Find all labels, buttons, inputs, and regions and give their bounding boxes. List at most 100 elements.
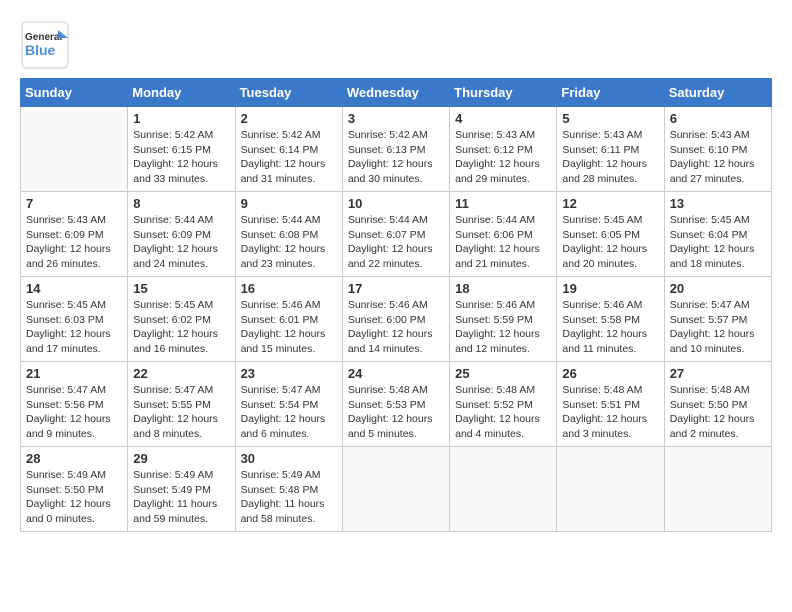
cell-info: Sunrise: 5:44 AM Sunset: 6:09 PM Dayligh… xyxy=(133,213,229,272)
cell-info: Sunrise: 5:49 AM Sunset: 5:50 PM Dayligh… xyxy=(26,468,122,527)
svg-text:Blue: Blue xyxy=(25,42,56,58)
calendar-cell: 27 Sunrise: 5:48 AM Sunset: 5:50 PM Dayli… xyxy=(664,362,771,447)
cell-info: Sunrise: 5:44 AM Sunset: 6:07 PM Dayligh… xyxy=(348,213,444,272)
calendar-cell: 22 Sunrise: 5:47 AM Sunset: 5:55 PM Dayli… xyxy=(128,362,235,447)
weekday-header: Wednesday xyxy=(342,79,449,107)
calendar-cell: 21 Sunrise: 5:47 AM Sunset: 5:56 PM Dayli… xyxy=(21,362,128,447)
calendar-cell: 5 Sunrise: 5:43 AM Sunset: 6:11 PM Daylig… xyxy=(557,107,664,192)
cell-info: Sunrise: 5:46 AM Sunset: 5:59 PM Dayligh… xyxy=(455,298,551,357)
calendar-cell: 15 Sunrise: 5:45 AM Sunset: 6:02 PM Dayli… xyxy=(128,277,235,362)
cell-info: Sunrise: 5:49 AM Sunset: 5:48 PM Dayligh… xyxy=(241,468,337,527)
calendar-week-row: 28 Sunrise: 5:49 AM Sunset: 5:50 PM Dayli… xyxy=(21,447,772,532)
day-number: 19 xyxy=(562,281,658,296)
day-number: 15 xyxy=(133,281,229,296)
calendar-cell xyxy=(664,447,771,532)
cell-info: Sunrise: 5:47 AM Sunset: 5:55 PM Dayligh… xyxy=(133,383,229,442)
calendar-cell: 19Sunrise: 5:46 AM Sunset: 5:58 PM Dayli… xyxy=(557,277,664,362)
calendar-cell xyxy=(450,447,557,532)
cell-info: Sunrise: 5:43 AM Sunset: 6:12 PM Dayligh… xyxy=(455,128,551,187)
cell-info: Sunrise: 5:46 AM Sunset: 6:01 PM Dayligh… xyxy=(241,298,337,357)
calendar-cell: 4Sunrise: 5:43 AM Sunset: 6:12 PM Daylig… xyxy=(450,107,557,192)
calendar-cell: 7 Sunrise: 5:43 AM Sunset: 6:09 PM Daylig… xyxy=(21,192,128,277)
calendar-cell: 8 Sunrise: 5:44 AM Sunset: 6:09 PM Daylig… xyxy=(128,192,235,277)
calendar-cell: 10 Sunrise: 5:44 AM Sunset: 6:07 PM Dayli… xyxy=(342,192,449,277)
calendar-cell xyxy=(557,447,664,532)
calendar-cell: 23 Sunrise: 5:47 AM Sunset: 5:54 PM Dayli… xyxy=(235,362,342,447)
cell-info: Sunrise: 5:42 AM Sunset: 6:13 PM Dayligh… xyxy=(348,128,444,187)
day-number: 17 xyxy=(348,281,444,296)
cell-info: Sunrise: 5:48 AM Sunset: 5:51 PM Dayligh… xyxy=(562,383,658,442)
calendar-week-row: 7 Sunrise: 5:43 AM Sunset: 6:09 PM Daylig… xyxy=(21,192,772,277)
day-number: 2 xyxy=(241,111,337,126)
calendar-cell: 28 Sunrise: 5:49 AM Sunset: 5:50 PM Dayli… xyxy=(21,447,128,532)
logo-area: General Blue xyxy=(20,20,70,70)
calendar-cell xyxy=(21,107,128,192)
weekday-header: Tuesday xyxy=(235,79,342,107)
day-number: 3 xyxy=(348,111,444,126)
calendar-cell: 1Sunrise: 5:42 AM Sunset: 6:15 PM Daylig… xyxy=(128,107,235,192)
day-number: 7 xyxy=(26,196,122,211)
calendar-cell: 29Sunrise: 5:49 AM Sunset: 5:49 PM Dayli… xyxy=(128,447,235,532)
cell-info: Sunrise: 5:47 AM Sunset: 5:56 PM Dayligh… xyxy=(26,383,122,442)
cell-info: Sunrise: 5:48 AM Sunset: 5:50 PM Dayligh… xyxy=(670,383,766,442)
cell-info: Sunrise: 5:45 AM Sunset: 6:05 PM Dayligh… xyxy=(562,213,658,272)
cell-info: Sunrise: 5:44 AM Sunset: 6:08 PM Dayligh… xyxy=(241,213,337,272)
day-number: 16 xyxy=(241,281,337,296)
calendar-cell: 20 Sunrise: 5:47 AM Sunset: 5:57 PM Dayli… xyxy=(664,277,771,362)
day-number: 13 xyxy=(670,196,766,211)
day-number: 24 xyxy=(348,366,444,381)
weekday-header: Thursday xyxy=(450,79,557,107)
day-number: 10 xyxy=(348,196,444,211)
calendar-week-row: 21 Sunrise: 5:47 AM Sunset: 5:56 PM Dayli… xyxy=(21,362,772,447)
cell-info: Sunrise: 5:47 AM Sunset: 5:57 PM Dayligh… xyxy=(670,298,766,357)
day-number: 27 xyxy=(670,366,766,381)
calendar-cell: 13 Sunrise: 5:45 AM Sunset: 6:04 PM Dayli… xyxy=(664,192,771,277)
calendar-cell: 18Sunrise: 5:46 AM Sunset: 5:59 PM Dayli… xyxy=(450,277,557,362)
cell-info: Sunrise: 5:43 AM Sunset: 6:09 PM Dayligh… xyxy=(26,213,122,272)
cell-info: Sunrise: 5:43 AM Sunset: 6:11 PM Dayligh… xyxy=(562,128,658,187)
calendar-cell: 2 Sunrise: 5:42 AM Sunset: 6:14 PM Daylig… xyxy=(235,107,342,192)
cell-info: Sunrise: 5:44 AM Sunset: 6:06 PM Dayligh… xyxy=(455,213,551,272)
calendar-week-row: 14 Sunrise: 5:45 AM Sunset: 6:03 PM Dayli… xyxy=(21,277,772,362)
day-number: 5 xyxy=(562,111,658,126)
weekday-header: Saturday xyxy=(664,79,771,107)
calendar-cell: 6Sunrise: 5:43 AM Sunset: 6:10 PM Daylig… xyxy=(664,107,771,192)
day-number: 23 xyxy=(241,366,337,381)
day-number: 20 xyxy=(670,281,766,296)
day-number: 22 xyxy=(133,366,229,381)
weekday-header: Friday xyxy=(557,79,664,107)
calendar-cell: 12 Sunrise: 5:45 AM Sunset: 6:05 PM Dayli… xyxy=(557,192,664,277)
calendar: SundayMondayTuesdayWednesdayThursdayFrid… xyxy=(20,78,772,532)
cell-info: Sunrise: 5:42 AM Sunset: 6:14 PM Dayligh… xyxy=(241,128,337,187)
cell-info: Sunrise: 5:47 AM Sunset: 5:54 PM Dayligh… xyxy=(241,383,337,442)
cell-info: Sunrise: 5:43 AM Sunset: 6:10 PM Dayligh… xyxy=(670,128,766,187)
calendar-cell: 24 Sunrise: 5:48 AM Sunset: 5:53 PM Dayli… xyxy=(342,362,449,447)
day-number: 1 xyxy=(133,111,229,126)
calendar-cell: 30 Sunrise: 5:49 AM Sunset: 5:48 PM Dayli… xyxy=(235,447,342,532)
calendar-cell: 3 Sunrise: 5:42 AM Sunset: 6:13 PM Daylig… xyxy=(342,107,449,192)
calendar-cell: 25Sunrise: 5:48 AM Sunset: 5:52 PM Dayli… xyxy=(450,362,557,447)
calendar-week-row: 1Sunrise: 5:42 AM Sunset: 6:15 PM Daylig… xyxy=(21,107,772,192)
day-number: 9 xyxy=(241,196,337,211)
day-number: 11 xyxy=(455,196,551,211)
day-number: 21 xyxy=(26,366,122,381)
day-number: 29 xyxy=(133,451,229,466)
cell-info: Sunrise: 5:48 AM Sunset: 5:52 PM Dayligh… xyxy=(455,383,551,442)
day-number: 30 xyxy=(241,451,337,466)
cell-info: Sunrise: 5:45 AM Sunset: 6:04 PM Dayligh… xyxy=(670,213,766,272)
cell-info: Sunrise: 5:45 AM Sunset: 6:02 PM Dayligh… xyxy=(133,298,229,357)
day-number: 26 xyxy=(562,366,658,381)
calendar-cell: 14 Sunrise: 5:45 AM Sunset: 6:03 PM Dayli… xyxy=(21,277,128,362)
calendar-cell: 9 Sunrise: 5:44 AM Sunset: 6:08 PM Daylig… xyxy=(235,192,342,277)
day-number: 28 xyxy=(26,451,122,466)
cell-info: Sunrise: 5:46 AM Sunset: 6:00 PM Dayligh… xyxy=(348,298,444,357)
day-number: 12 xyxy=(562,196,658,211)
cell-info: Sunrise: 5:45 AM Sunset: 6:03 PM Dayligh… xyxy=(26,298,122,357)
logo-icon: General Blue xyxy=(20,20,70,70)
day-number: 14 xyxy=(26,281,122,296)
cell-info: Sunrise: 5:48 AM Sunset: 5:53 PM Dayligh… xyxy=(348,383,444,442)
weekday-header: Monday xyxy=(128,79,235,107)
day-number: 8 xyxy=(133,196,229,211)
weekday-header: Sunday xyxy=(21,79,128,107)
calendar-cell: 17 Sunrise: 5:46 AM Sunset: 6:00 PM Dayli… xyxy=(342,277,449,362)
